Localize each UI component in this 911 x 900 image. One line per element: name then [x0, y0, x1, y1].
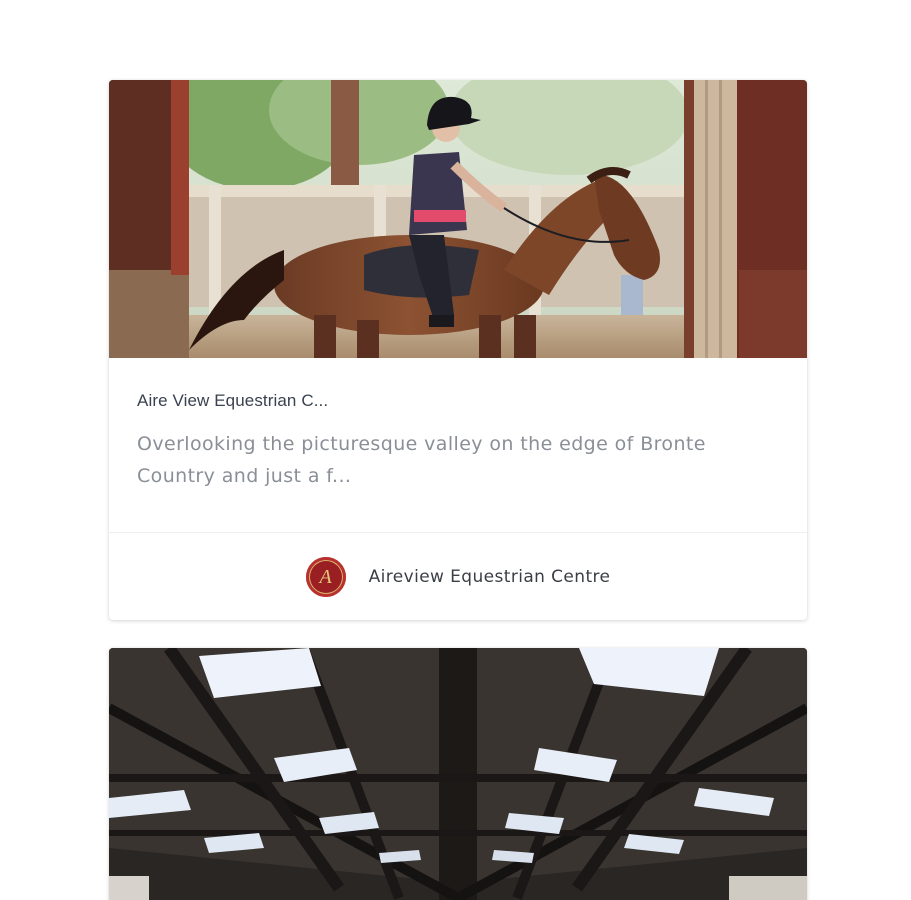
- listing-title[interactable]: Aire View Equestrian C...: [137, 390, 779, 412]
- listing-image[interactable]: [109, 648, 807, 900]
- listing-card[interactable]: Aire View Equestrian C... Overlooking th…: [109, 80, 807, 620]
- author-avatar-letter: A: [319, 565, 332, 588]
- listing-description: Overlooking the picturesque valley on th…: [137, 433, 706, 487]
- author-name[interactable]: Aireview Equestrian Centre: [369, 567, 611, 587]
- listing-feed: Aire View Equestrian C... Overlooking th…: [0, 0, 911, 900]
- listing-body: Aire View Equestrian C... Overlooking th…: [109, 390, 807, 492]
- listing-author[interactable]: A Aireview Equestrian Centre: [109, 533, 807, 620]
- author-avatar[interactable]: A: [305, 556, 346, 597]
- listing-card[interactable]: [109, 648, 807, 900]
- listing-image[interactable]: [109, 80, 807, 358]
